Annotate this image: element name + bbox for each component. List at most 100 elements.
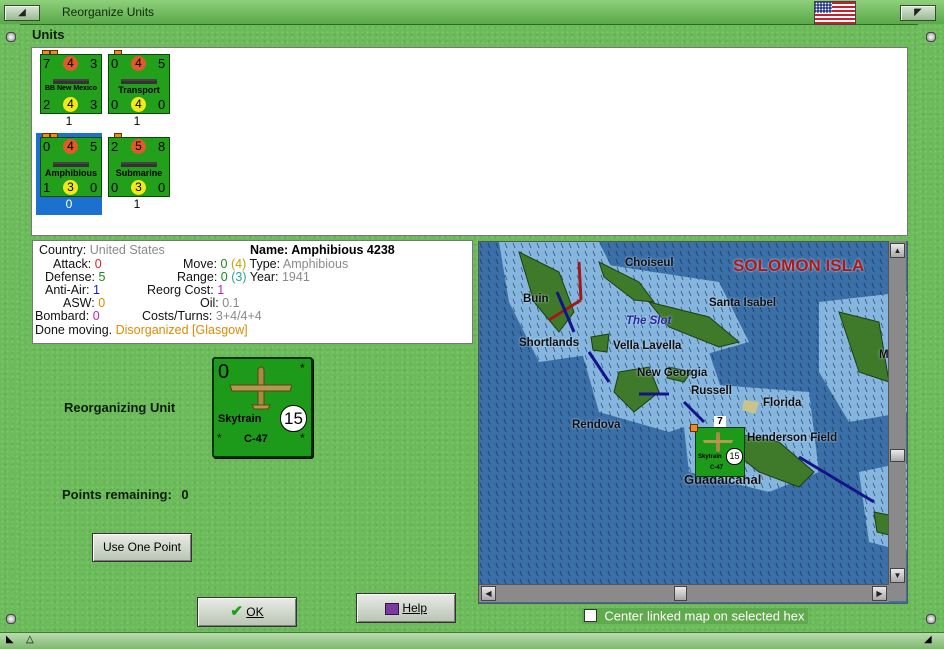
unit-top-value: 4	[63, 56, 78, 71]
unit-details-panel: Country: United States Attack: 0 Defense…	[32, 240, 473, 344]
unit-counter: 7 4 3 BB New Mexico 2 4 3	[40, 54, 102, 114]
asw-label: ASW:	[63, 296, 95, 310]
unit-move: 8	[158, 139, 166, 154]
year-label: Year:	[249, 270, 279, 284]
center-map-label: Center linked map on selected hex	[604, 608, 805, 624]
map-horizontal-scrollbar[interactable]: ◀ ▶	[479, 584, 889, 602]
vertical-scroll-thumb[interactable]	[890, 449, 905, 462]
reorganizing-unit-counter: 0 * * * Skytrain C-47 15	[212, 357, 313, 458]
reorg-unit-strength: 15	[280, 405, 307, 432]
map-vertical-scrollbar[interactable]: ▲ ▼	[888, 241, 906, 585]
bottom-frame: ◣ △ ◢	[0, 632, 944, 649]
map-label-russell: Russell	[691, 385, 732, 397]
unit-flag-icon	[690, 424, 698, 432]
map-unit-model: C-47	[710, 465, 724, 471]
unit-attack: 2	[111, 139, 119, 154]
range-label: Range:	[177, 270, 218, 284]
unit-count: 1	[133, 114, 141, 128]
use-one-point-button[interactable]: Use One Point	[92, 533, 192, 562]
unit-move: 5	[158, 56, 166, 71]
reorg-cost-label: Reorg Cost:	[147, 283, 214, 297]
defense-label: Defense:	[45, 270, 96, 284]
scroll-left-arrow-icon[interactable]: ◀	[481, 586, 496, 601]
unit-attack: 0	[43, 139, 51, 154]
ok-label: OK	[246, 605, 264, 619]
window-menu-button[interactable]: ◢	[4, 5, 40, 21]
map-label-henderson-field: Henderson Field	[747, 432, 838, 444]
resize-grip-icon[interactable]: ◢	[924, 634, 932, 645]
reorg-unit-model: C-47	[244, 433, 268, 445]
unit-tile-transport[interactable]: 0 4 5 Transport 0 4 0 1	[104, 50, 170, 138]
map-label-shortlands: Shortlands	[519, 337, 580, 349]
reorganizing-unit-label: Reorganizing Unit	[64, 400, 176, 415]
map-label-rendova: Rendova	[572, 419, 621, 431]
unit-range: 0	[158, 97, 166, 112]
frame-rivet-icon	[926, 614, 936, 624]
oil-label: Oil:	[200, 296, 219, 310]
map-label-the-slot: The Slot	[626, 315, 672, 327]
map-unit-counter[interactable]: 7 Skytrain C-47 15	[690, 416, 745, 477]
map-unit-name: Skytrain	[698, 454, 722, 460]
unit-bottom-value: 4	[131, 97, 146, 112]
ship-silhouette-icon	[53, 162, 89, 167]
center-linked-map-option[interactable]: Center linked map on selected hex	[582, 608, 808, 624]
unit-defense: 2	[43, 97, 51, 112]
map-unit-strength: 15	[726, 448, 743, 465]
corner-arrow-icon: △	[26, 634, 34, 645]
map-label-vella-lavella: Vella Lavella	[613, 340, 682, 352]
unit-defense: 0	[111, 180, 119, 195]
unit-defense: 1	[43, 180, 51, 195]
unit-attack: 7	[43, 56, 51, 71]
country-label: Country:	[39, 243, 87, 257]
move-max: (4)	[230, 257, 247, 271]
unit-counter: 0 4 5 Amphibious 1 3 0	[40, 137, 102, 197]
unit-range: 0	[90, 180, 98, 195]
unit-name: Submarine	[115, 168, 163, 178]
points-remaining-label: Points remaining:	[62, 487, 172, 502]
unit-move: 3	[90, 56, 98, 71]
close-button[interactable]: ◤	[900, 5, 936, 21]
range-value: 0	[220, 270, 228, 284]
attack-value: 0	[94, 257, 102, 271]
costs-value: 3+4/4+4	[215, 309, 262, 323]
map-label-santa-isabel: Santa Isabel	[709, 297, 777, 309]
scroll-corner	[889, 585, 906, 601]
submarine-silhouette-icon	[121, 162, 157, 167]
map-unit-stack: 7	[714, 416, 726, 427]
ok-button[interactable]: ✔ OK	[197, 597, 297, 627]
unit-tile-amphibious[interactable]: 0 4 5 Amphibious 1 3 0 0	[36, 133, 102, 215]
points-remaining: Points remaining: 0	[62, 487, 189, 502]
unit-tile-submarine[interactable]: 2 5 8 Submarine 0 3 0 1	[104, 133, 170, 221]
unit-range: 3	[90, 97, 98, 112]
status-text: Done moving.	[35, 323, 113, 337]
corner-star-icon: *	[300, 361, 305, 375]
status-extra: Disorganized [Glasgow]	[115, 323, 248, 337]
unit-tile-bb-new-mexico[interactable]: 7 4 3 BB New Mexico 2 4 3 1	[36, 50, 102, 138]
scroll-up-arrow-icon[interactable]: ▲	[890, 243, 905, 258]
center-map-checkbox[interactable]	[584, 609, 597, 623]
name-label: Name:	[250, 243, 289, 257]
unit-counter: 0 4 5 Transport 0 4 0	[108, 54, 170, 114]
unit-name: BB New Mexico	[44, 85, 98, 92]
title-bar: ◢ Reorganize Units ◤	[0, 0, 944, 25]
help-book-icon	[384, 602, 399, 615]
map-region-title: SOLOMON ISLA	[733, 256, 865, 275]
corner-star-icon: *	[300, 431, 305, 445]
horizontal-scroll-thumb[interactable]	[674, 586, 687, 601]
reorg-cost-value: 1	[217, 283, 225, 297]
resize-grip-icon[interactable]: ◣	[6, 634, 14, 645]
scroll-right-arrow-icon[interactable]: ▶	[872, 586, 887, 601]
unit-top-value: 5	[131, 139, 146, 154]
frame-rivet-icon	[926, 32, 936, 42]
move-value: 0	[220, 257, 228, 271]
antiair-value: 1	[92, 283, 100, 297]
unit-bottom-value: 4	[63, 97, 78, 112]
map-view[interactable]: SOLOMON ISLA Choiseul Buin Santa Isabel …	[478, 241, 908, 604]
units-list: 7 4 3 BB New Mexico 2 4 3 1 0 4 5 Transp…	[31, 47, 908, 236]
help-button[interactable]: Help	[356, 593, 456, 623]
unit-defense: 0	[111, 97, 119, 112]
scroll-down-arrow-icon[interactable]: ▼	[890, 568, 905, 583]
range-max: (3)	[231, 270, 247, 284]
bombard-label: Bombard:	[35, 309, 90, 323]
unit-bottom-value: 3	[63, 180, 78, 195]
